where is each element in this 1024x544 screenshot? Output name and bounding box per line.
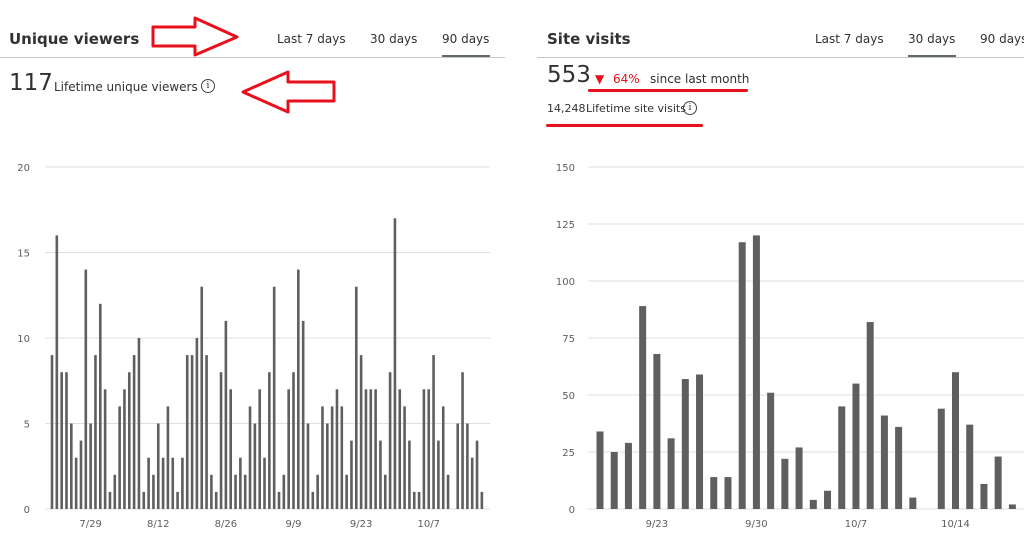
y-tick-label: 150: [556, 163, 575, 174]
bar: [937, 408, 945, 509]
bar: [809, 499, 817, 509]
bar: [1008, 504, 1016, 509]
bar: [781, 458, 789, 509]
underline-annotation: [588, 89, 748, 92]
bar: [767, 392, 775, 509]
bar: [667, 438, 675, 509]
site-visits-chart: 0 25 50 75 100 125 150 9/23 9/30 10/7 10/14: [556, 163, 1024, 530]
x-tick-label: 10/14: [941, 519, 970, 530]
bar: [838, 406, 846, 509]
bar: [994, 456, 1002, 509]
bar: [738, 242, 746, 510]
y-tick-label: 125: [556, 220, 575, 231]
x-tick-label: 10/7: [845, 519, 867, 530]
x-tick-label: 9/30: [745, 519, 767, 530]
bar: [966, 424, 974, 509]
bar: [610, 452, 618, 509]
bar: [681, 379, 689, 509]
bar: [824, 490, 832, 509]
bar: [724, 477, 732, 509]
bar: [624, 442, 632, 509]
bar: [653, 353, 661, 509]
bar: [639, 306, 647, 509]
y-tick-label: 50: [562, 391, 575, 402]
underline-annotation: [546, 124, 703, 127]
bar: [866, 322, 874, 509]
y-tick-label: 25: [562, 448, 575, 459]
bar: [852, 383, 860, 509]
bar: [952, 372, 959, 509]
bar: [710, 477, 718, 509]
bar: [880, 415, 888, 509]
bar: [980, 483, 988, 509]
y-tick-label: 75: [562, 334, 575, 345]
bar: [909, 497, 917, 509]
bar: [795, 447, 803, 509]
bar: [895, 426, 903, 509]
y-tick-label: 0: [569, 505, 575, 516]
x-tick-label: 9/23: [646, 519, 668, 530]
bar: [696, 374, 704, 509]
y-tick-label: 100: [556, 277, 575, 288]
bar: [596, 431, 604, 509]
bar: [752, 235, 760, 509]
